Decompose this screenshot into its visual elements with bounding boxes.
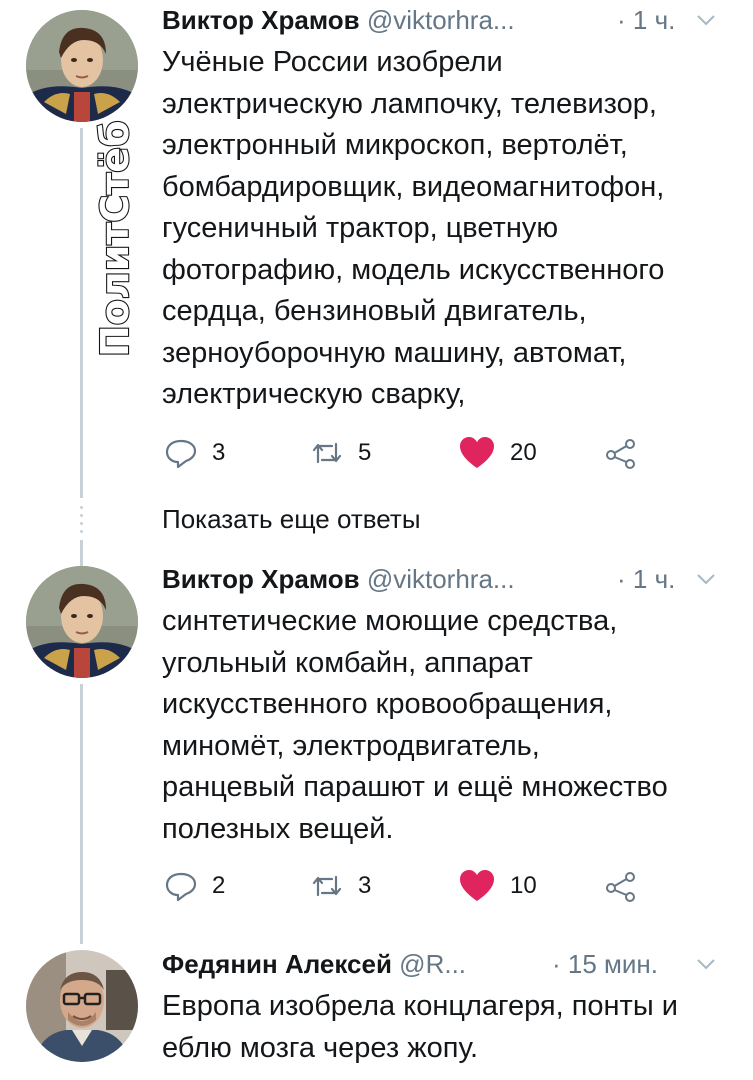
author-name[interactable]: Виктор Храмов (162, 564, 360, 594)
reply-icon (164, 436, 198, 470)
reply-button[interactable]: 3 (164, 433, 225, 473)
tweet-line: искусственного кровообращения, (162, 688, 613, 720)
share-button[interactable] (604, 433, 638, 473)
chevron-down-icon[interactable] (695, 5, 717, 39)
watermark-logo: ПолитСтёб (80, 85, 150, 365)
reply-icon (164, 869, 198, 903)
tweet-line: бомбардировщик, видеомагнитофон, (162, 170, 665, 203)
tweet-actions: 3 5 20 (162, 433, 662, 473)
tweet-line: электрическую сварку, (162, 378, 466, 410)
timestamp[interactable]: · 1 ч. (617, 3, 675, 37)
avatar[interactable] (26, 566, 138, 678)
timestamp[interactable]: · 1 ч. (617, 562, 675, 596)
tweet-line: электрическую лампочку, телевизор, (162, 87, 657, 120)
tweet-line: ранцевый парашют и ещё множество (162, 771, 668, 803)
author-name[interactable]: Федянин Алексей (162, 949, 392, 979)
tweet-line: еблю мозга через жопу. (162, 1031, 479, 1064)
like-count: 10 (510, 872, 537, 899)
chevron-down-icon[interactable] (695, 949, 717, 983)
timestamp[interactable]: · 15 мин. (552, 947, 658, 981)
tweet-header: Виктор Храмов @viktorhra... · 1 ч. (162, 3, 723, 37)
tweet-text: Европа изобрела концлагеря, понты и еблю… (162, 986, 732, 1069)
like-count: 20 (510, 439, 537, 466)
reply-count: 3 (212, 439, 226, 466)
tweet-line: угольный комбайн, аппарат (162, 646, 533, 679)
avatar[interactable] (26, 950, 138, 1062)
retweet-icon (310, 436, 344, 470)
show-more-replies-link[interactable]: Показать еще ответы (162, 504, 421, 535)
author-name[interactable]: Виктор Храмов (162, 5, 360, 35)
svg-text:ПолитСтёб: ПолитСтёб (93, 120, 137, 357)
heart-icon (458, 436, 496, 470)
tweet-line: электронный микроскоп, вертолёт, (162, 129, 628, 161)
tweet-line: миномёт, электродвигатель, (162, 729, 540, 762)
share-icon (604, 436, 638, 470)
tweet-line: Учёные России изобрели (162, 46, 503, 78)
thread-line (80, 684, 83, 944)
share-button[interactable] (604, 866, 638, 906)
thread-gap-dots (80, 506, 83, 538)
chevron-down-icon[interactable] (695, 564, 717, 598)
tweet-line: фотографию, модель искусственного (162, 253, 665, 286)
tweet-header: Федянин Алексей @R... · 15 мин. (162, 947, 723, 981)
share-icon (604, 869, 638, 903)
like-button[interactable]: 10 (458, 866, 537, 906)
retweet-icon (310, 869, 344, 903)
tweet-header: Виктор Храмов @viktorhra... · 1 ч. (162, 562, 723, 596)
tweet-actions: 2 3 10 (162, 866, 662, 906)
reply-count: 2 (212, 872, 226, 899)
retweet-button[interactable]: 5 (310, 433, 371, 473)
tweet-line: полезных вещей. (162, 812, 394, 845)
heart-icon (458, 869, 496, 903)
thread-line (80, 540, 83, 566)
retweet-count: 3 (358, 872, 372, 899)
like-button[interactable]: 20 (458, 433, 537, 473)
author-handle[interactable]: @viktorhra... (367, 5, 515, 35)
author-handle[interactable]: @R... (399, 949, 466, 979)
tweet-line: синтетические моющие средства, (162, 605, 618, 637)
retweet-button[interactable]: 3 (310, 866, 371, 906)
author-handle[interactable]: @viktorhra... (367, 564, 515, 594)
retweet-count: 5 (358, 439, 372, 466)
tweet-line: зерноуборочную машину, автомат, (162, 336, 627, 369)
reply-button[interactable]: 2 (164, 866, 225, 906)
tweet-line: гусеничный трактор, цветную (162, 212, 559, 244)
tweet-line: сердца, бензиновый двигатель, (162, 295, 587, 327)
tweet-line: Европа изобрела концлагеря, понты и (162, 990, 678, 1022)
tweet-text: синтетические моющие средства, угольный … (162, 601, 732, 850)
tweet-text: Учёные России изобрели электрическую лам… (162, 42, 732, 416)
